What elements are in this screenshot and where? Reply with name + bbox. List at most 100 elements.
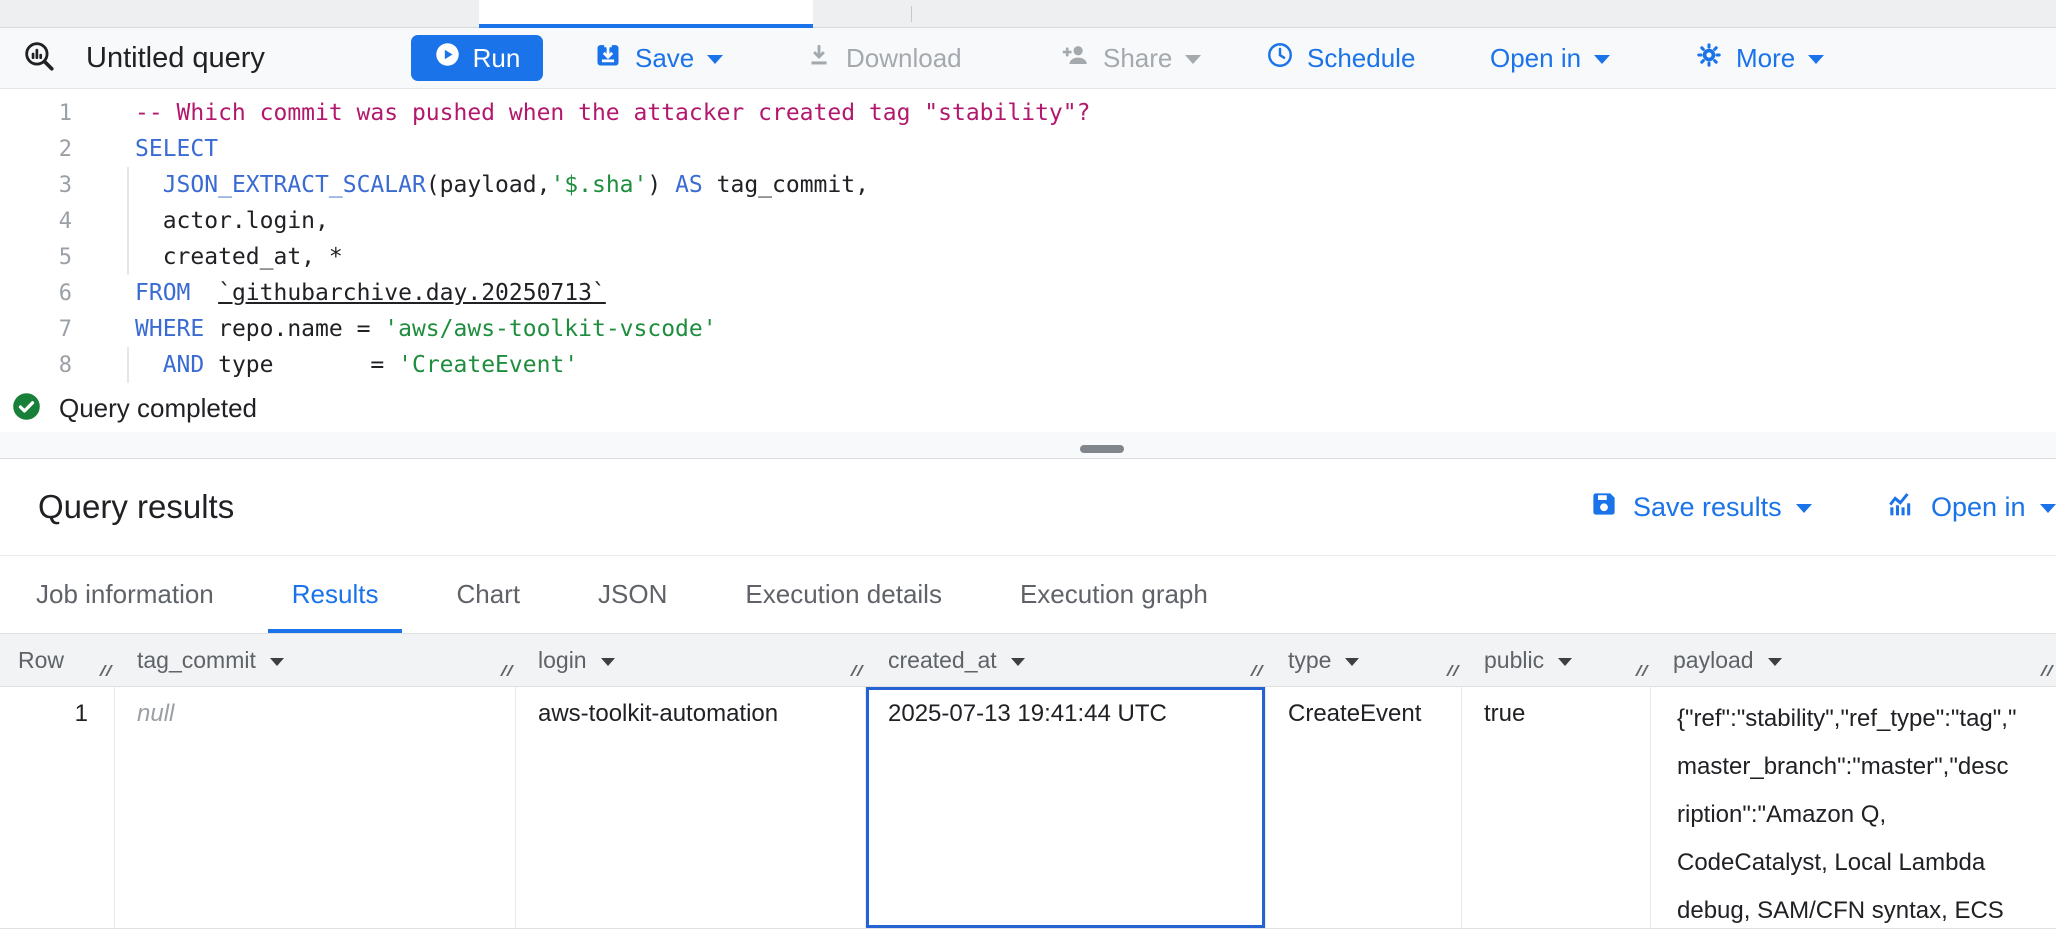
- code-token: created_at, *: [135, 244, 343, 270]
- run-button[interactable]: Run: [411, 35, 543, 81]
- column-header-label: tag_commit: [137, 647, 256, 674]
- cell-row[interactable]: 1: [0, 687, 115, 928]
- cell-created_at[interactable]: 2025-07-13 19:41:44 UTC: [866, 687, 1266, 928]
- code-line[interactable]: 1-- Which commit was pushed when the att…: [0, 95, 2056, 131]
- code-token: actor.login,: [135, 208, 329, 234]
- save-results-label: Save results: [1633, 492, 1782, 523]
- code-text: created_at, *: [72, 244, 343, 270]
- sql-editor[interactable]: 1-- Which commit was pushed when the att…: [0, 89, 2056, 385]
- code-token: AS: [675, 172, 703, 198]
- column-resize-grip[interactable]: [503, 665, 511, 676]
- code-text: AND type = 'CreateEvent': [72, 352, 578, 378]
- column-resize-grip[interactable]: [102, 665, 110, 676]
- clock-icon: [1266, 41, 1294, 76]
- column-dropdown-icon[interactable]: [270, 658, 284, 666]
- line-number: 8: [0, 353, 72, 378]
- cell-public[interactable]: true: [1462, 687, 1651, 928]
- column-resize-grip[interactable]: [1253, 665, 1261, 676]
- code-token: 'aws/aws-toolkit-vscode': [384, 316, 716, 342]
- line-number: 4: [0, 209, 72, 234]
- column-header-label: public: [1484, 647, 1544, 674]
- code-line[interactable]: 6FROM `githubarchive.day.20250713`: [0, 275, 2056, 311]
- results-open-in-button[interactable]: Open in: [1885, 459, 2056, 555]
- column-header-public: public: [1462, 634, 1651, 686]
- code-line[interactable]: 8 AND type = 'CreateEvent': [0, 347, 2056, 383]
- share-label: Share: [1103, 43, 1172, 74]
- open-in-button[interactable]: Open in: [1490, 28, 1610, 88]
- tab-execution-details[interactable]: Execution details: [721, 556, 966, 633]
- query-magnifier-icon: [22, 39, 56, 78]
- column-header-label: payload: [1673, 647, 1754, 674]
- results-header: Query results Save results Open in: [0, 459, 2056, 556]
- bigquery-console: Untitled query Run Save Download: [0, 0, 2056, 942]
- chevron-down-icon: [1594, 55, 1610, 64]
- table-header-row: Rowtag_commitlogincreated_attypepublicpa…: [0, 633, 2056, 687]
- panel-splitter: [0, 432, 2056, 459]
- editor-tab-strip: [0, 0, 2056, 28]
- panel-resize-handle[interactable]: [1080, 445, 1124, 453]
- chevron-down-icon: [2040, 504, 2056, 513]
- column-dropdown-icon[interactable]: [1768, 658, 1782, 666]
- payload-text-line: master_branch":"master","desc: [1677, 743, 2048, 791]
- download-button: Download: [805, 28, 962, 88]
- code-token: SELECT: [135, 136, 218, 162]
- code-line[interactable]: 4 actor.login,: [0, 203, 2056, 239]
- code-line[interactable]: 2SELECT: [0, 131, 2056, 167]
- tab-results[interactable]: Results: [268, 556, 403, 633]
- code-token: ): [647, 172, 675, 198]
- line-number: 7: [0, 317, 72, 342]
- code-line[interactable]: 3 JSON_EXTRACT_SCALAR(payload,'$.sha') A…: [0, 167, 2056, 203]
- indent-guide: [127, 239, 129, 275]
- column-dropdown-icon[interactable]: [1011, 658, 1025, 666]
- code-token: type =: [204, 352, 398, 378]
- column-dropdown-icon[interactable]: [1345, 658, 1359, 666]
- column-header-login: login: [516, 634, 866, 686]
- cell-login[interactable]: aws-toolkit-automation: [516, 687, 866, 928]
- open-in-label: Open in: [1490, 43, 1581, 74]
- more-button[interactable]: More: [1695, 28, 1824, 88]
- line-number: 1: [0, 101, 72, 126]
- share-button: Share: [1060, 28, 1201, 88]
- download-icon: [805, 41, 833, 76]
- active-editor-tab[interactable]: [479, 0, 813, 28]
- column-header-label: login: [538, 647, 587, 674]
- tab-execution-graph[interactable]: Execution graph: [996, 556, 1232, 633]
- tab-chart[interactable]: Chart: [432, 556, 544, 633]
- save-button[interactable]: Save: [594, 28, 723, 88]
- code-token: FROM: [135, 280, 190, 306]
- column-header-created_at: created_at: [866, 634, 1266, 686]
- chevron-down-icon: [1796, 504, 1812, 513]
- run-label: Run: [473, 43, 521, 74]
- tab-json[interactable]: JSON: [574, 556, 691, 633]
- column-resize-grip[interactable]: [1638, 665, 1646, 676]
- column-dropdown-icon[interactable]: [1558, 658, 1572, 666]
- check-circle-icon: [12, 392, 41, 426]
- code-token: [135, 172, 163, 198]
- more-label: More: [1736, 43, 1795, 74]
- column-resize-grip[interactable]: [1449, 665, 1457, 676]
- save-results-button[interactable]: Save results: [1589, 459, 1812, 555]
- code-text: actor.login,: [72, 208, 329, 234]
- table-reference-link[interactable]: `githubarchive.day.20250713`: [218, 280, 606, 306]
- results-tabs: Job information Results Chart JSON Execution…: [0, 556, 2056, 633]
- column-header-tag_commit: tag_commit: [115, 634, 516, 686]
- code-line[interactable]: 7WHERE repo.name = 'aws/aws-toolkit-vsco…: [0, 311, 2056, 347]
- chevron-down-icon: [1808, 55, 1824, 64]
- cell-type[interactable]: CreateEvent: [1266, 687, 1462, 928]
- tab-job-information[interactable]: Job information: [12, 556, 238, 633]
- column-header-label: created_at: [888, 647, 997, 674]
- column-resize-grip[interactable]: [2043, 665, 2051, 676]
- floppy-disk-icon: [1589, 489, 1619, 526]
- sql-editor-lines: 1-- Which commit was pushed when the att…: [0, 95, 2056, 383]
- indent-guide: [127, 167, 129, 203]
- results-title: Query results: [38, 459, 234, 555]
- code-text: FROM `githubarchive.day.20250713`: [72, 280, 606, 306]
- line-number: 5: [0, 245, 72, 270]
- schedule-button[interactable]: Schedule: [1266, 28, 1415, 88]
- cell-payload[interactable]: {"ref":"stability","ref_type":"tag","mas…: [1651, 687, 2056, 928]
- column-dropdown-icon[interactable]: [601, 658, 615, 666]
- code-token: tag_commit,: [703, 172, 869, 198]
- cell-tag_commit[interactable]: null: [115, 687, 516, 928]
- column-resize-grip[interactable]: [853, 665, 861, 676]
- code-line[interactable]: 5 created_at, *: [0, 239, 2056, 275]
